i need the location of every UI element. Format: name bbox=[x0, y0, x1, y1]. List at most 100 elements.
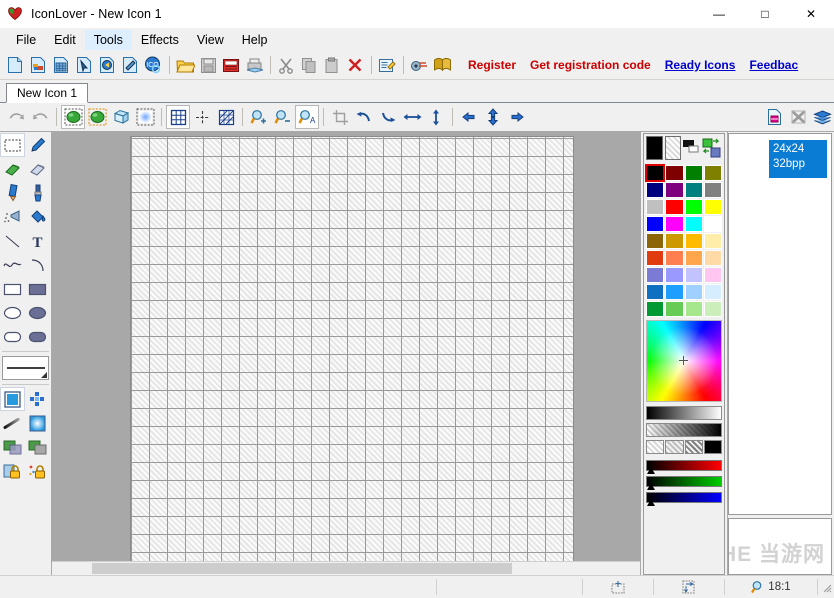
tool-lock-red[interactable] bbox=[25, 459, 50, 483]
clear-transparency-button[interactable] bbox=[786, 105, 810, 129]
delete-button[interactable] bbox=[344, 53, 366, 77]
red-channel-slider[interactable] bbox=[646, 460, 722, 470]
properties-button[interactable] bbox=[376, 53, 398, 77]
tool-gradient-linear[interactable] bbox=[0, 411, 25, 435]
icon-list-item[interactable]: 24x24 32bpp bbox=[769, 140, 827, 178]
zoom-actual-button[interactable]: A bbox=[295, 105, 319, 129]
tool-opacity-2[interactable] bbox=[25, 435, 50, 459]
new-icon-library-button[interactable] bbox=[50, 53, 72, 77]
resize-grip[interactable] bbox=[817, 579, 834, 595]
tool-opacity-1[interactable] bbox=[0, 435, 25, 459]
flip-horizontal-button[interactable] bbox=[400, 105, 424, 129]
tool-paint-bucket[interactable] bbox=[25, 205, 50, 229]
feedback-link[interactable]: Feedbac bbox=[749, 58, 798, 72]
color-swatch[interactable] bbox=[646, 233, 664, 249]
rotate-left-button[interactable] bbox=[352, 105, 376, 129]
menu-edit[interactable]: Edit bbox=[45, 30, 85, 50]
color-swatch[interactable] bbox=[704, 284, 722, 300]
zoom-in-button[interactable] bbox=[247, 105, 271, 129]
show-grid-button[interactable] bbox=[166, 105, 190, 129]
color-swatch[interactable] bbox=[646, 301, 664, 317]
color-swatch[interactable] bbox=[704, 250, 722, 266]
icon-preview-panel[interactable]: 3HE 当游网 bbox=[728, 518, 832, 575]
color-swatch[interactable] bbox=[665, 233, 683, 249]
color-swatch[interactable] bbox=[685, 284, 703, 300]
color-swatch[interactable] bbox=[665, 284, 683, 300]
zoom-out-button[interactable] bbox=[271, 105, 295, 129]
color-swatch[interactable] bbox=[704, 199, 722, 215]
tool-line[interactable] bbox=[0, 229, 25, 253]
shift-right-button[interactable] bbox=[505, 105, 529, 129]
save-all-button[interactable] bbox=[220, 53, 242, 77]
crop-button[interactable] bbox=[328, 105, 352, 129]
background-color-swatch[interactable] bbox=[665, 136, 682, 160]
color-swatch[interactable] bbox=[646, 267, 664, 283]
ready-icons-link[interactable]: Ready Icons bbox=[665, 58, 736, 72]
paste-button[interactable] bbox=[321, 53, 343, 77]
print-button[interactable] bbox=[243, 53, 265, 77]
color-swatch[interactable] bbox=[685, 182, 703, 198]
alpha-preset-cell[interactable] bbox=[685, 440, 703, 454]
select-3d-button[interactable] bbox=[109, 105, 133, 129]
tool-gradient-radial[interactable] bbox=[25, 411, 50, 435]
tool-rounded-rect-outline[interactable] bbox=[0, 325, 25, 349]
menu-effects[interactable]: Effects bbox=[132, 30, 188, 50]
tool-pen[interactable] bbox=[25, 133, 50, 157]
tool-fill-solid[interactable] bbox=[0, 387, 25, 411]
zoom-level-indicator[interactable]: 18:1 bbox=[724, 579, 817, 595]
register-link[interactable]: Register bbox=[468, 58, 516, 72]
tool-pencil[interactable] bbox=[0, 181, 25, 205]
tool-text[interactable]: T bbox=[25, 229, 50, 253]
menu-tools[interactable]: Tools bbox=[85, 30, 132, 50]
color-swatch[interactable] bbox=[685, 233, 703, 249]
help-book-button[interactable] bbox=[431, 53, 453, 77]
export-image-button[interactable] bbox=[762, 105, 786, 129]
rotate-right-button[interactable] bbox=[376, 105, 400, 129]
color-swatch[interactable] bbox=[665, 267, 683, 283]
tool-eraser-blue[interactable] bbox=[25, 157, 50, 181]
color-swatch[interactable] bbox=[646, 182, 664, 198]
color-swatch[interactable] bbox=[665, 250, 683, 266]
color-swatch[interactable] bbox=[685, 199, 703, 215]
canvas-horizontal-scrollbar[interactable] bbox=[52, 561, 640, 575]
alpha-preset-cell[interactable] bbox=[646, 440, 664, 454]
open-button[interactable] bbox=[174, 53, 196, 77]
color-swatch[interactable] bbox=[704, 216, 722, 232]
show-center-lines-button[interactable] bbox=[190, 105, 214, 129]
close-button[interactable]: ✕ bbox=[788, 0, 834, 28]
select-transparent-button[interactable] bbox=[85, 105, 109, 129]
undo-button[interactable] bbox=[4, 105, 28, 129]
icon-canvas[interactable] bbox=[130, 136, 574, 572]
color-wheel[interactable] bbox=[646, 320, 722, 402]
tool-curve[interactable] bbox=[0, 253, 25, 277]
flip-vertical-button[interactable] bbox=[424, 105, 448, 129]
document-tab-new-icon-1[interactable]: New Icon 1 bbox=[6, 83, 88, 103]
tool-fill-scatter[interactable] bbox=[25, 387, 50, 411]
copy-button[interactable] bbox=[298, 53, 320, 77]
color-swatch[interactable] bbox=[704, 301, 722, 317]
shift-left-button[interactable] bbox=[457, 105, 481, 129]
color-swatch[interactable] bbox=[665, 301, 683, 317]
color-swatch[interactable] bbox=[646, 165, 664, 181]
layers-button[interactable] bbox=[810, 105, 834, 129]
color-layers-icon[interactable] bbox=[702, 136, 722, 160]
tool-rectangle-outline[interactable] bbox=[0, 277, 25, 301]
new-from-image-button[interactable] bbox=[119, 53, 141, 77]
line-width-selector[interactable] bbox=[2, 356, 49, 380]
select-glow-button[interactable] bbox=[133, 105, 157, 129]
get-registration-code-link[interactable]: Get registration code bbox=[530, 58, 651, 72]
green-channel-slider[interactable] bbox=[646, 476, 722, 486]
new-image-button[interactable] bbox=[27, 53, 49, 77]
new-animated-cursor-button[interactable] bbox=[96, 53, 118, 77]
color-swatch[interactable] bbox=[685, 301, 703, 317]
maximize-button[interactable]: □ bbox=[742, 0, 788, 28]
color-swatch[interactable] bbox=[704, 233, 722, 249]
grayscale-bar[interactable] bbox=[646, 406, 722, 420]
new-cursor-button[interactable] bbox=[73, 53, 95, 77]
tool-rectangular-select[interactable] bbox=[0, 133, 25, 157]
tool-rectangle-filled[interactable] bbox=[25, 277, 50, 301]
color-swatch[interactable] bbox=[665, 165, 683, 181]
color-swatch[interactable] bbox=[685, 165, 703, 181]
color-swatch[interactable] bbox=[685, 267, 703, 283]
tool-ellipse-filled[interactable] bbox=[25, 301, 50, 325]
